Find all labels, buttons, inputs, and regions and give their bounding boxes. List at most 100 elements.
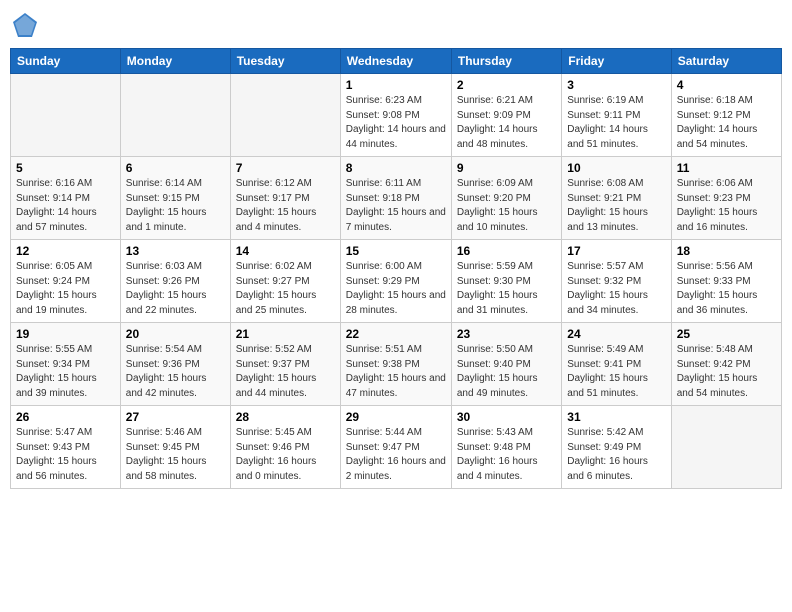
day-number: 14 [236, 244, 335, 258]
day-number: 15 [346, 244, 446, 258]
calendar-cell: 31 Sunrise: 5:42 AMSunset: 9:49 PMDayligh… [562, 406, 671, 489]
day-number: 31 [567, 410, 665, 424]
calendar-cell: 16 Sunrise: 5:59 AMSunset: 9:30 PMDayligh… [451, 240, 561, 323]
weekday-header: Thursday [451, 49, 561, 74]
day-number: 25 [677, 327, 776, 341]
day-info: Sunrise: 6:21 AMSunset: 9:09 PMDaylight:… [457, 94, 556, 152]
calendar-cell: 15 Sunrise: 6:00 AMSunset: 9:29 PMDayligh… [340, 240, 451, 323]
calendar-cell: 18Sunrise: 5:56 AMSunset: 9:33 PMDayligh… [671, 240, 781, 323]
day-info: Sunrise: 5:54 AMSunset: 9:36 PMDaylight:… [126, 343, 225, 401]
calendar-cell [671, 406, 781, 489]
day-info: Sunrise: 5:52 AMSunset: 9:37 PMDaylight:… [236, 343, 335, 401]
day-info: Sunrise: 6:02 AMSunset: 9:27 PMDaylight:… [236, 260, 335, 318]
calendar-cell: 3Sunrise: 6:19 AMSunset: 9:11 PMDaylight… [562, 74, 671, 157]
calendar-week-row: 12 Sunrise: 6:05 AMSunset: 9:24 PMDayligh… [11, 240, 782, 323]
calendar-cell: 23 Sunrise: 5:50 AMSunset: 9:40 PMDayligh… [451, 323, 561, 406]
day-info: Sunrise: 5:47 AMSunset: 9:43 PMDaylight:… [16, 426, 115, 484]
day-info: Sunrise: 6:03 AMSunset: 9:26 PMDaylight:… [126, 260, 225, 318]
calendar-cell: 2 Sunrise: 6:21 AMSunset: 9:09 PMDaylight… [451, 74, 561, 157]
calendar-cell: 26 Sunrise: 5:47 AMSunset: 9:43 PMDayligh… [11, 406, 121, 489]
calendar-cell: 11 Sunrise: 6:06 AMSunset: 9:23 PMDayligh… [671, 157, 781, 240]
day-number: 13 [126, 244, 225, 258]
day-number: 11 [677, 161, 776, 175]
day-number: 30 [457, 410, 556, 424]
day-info: Sunrise: 5:50 AMSunset: 9:40 PMDaylight:… [457, 343, 556, 401]
weekday-header: Saturday [671, 49, 781, 74]
day-number: 12 [16, 244, 115, 258]
day-info: Sunrise: 6:12 AMSunset: 9:17 PMDaylight:… [236, 177, 335, 235]
day-number: 17 [567, 244, 665, 258]
day-number: 9 [457, 161, 556, 175]
weekday-header-row: SundayMondayTuesdayWednesdayThursdayFrid… [11, 49, 782, 74]
calendar-cell: 30 Sunrise: 5:43 AMSunset: 9:48 PMDayligh… [451, 406, 561, 489]
day-number: 21 [236, 327, 335, 341]
calendar-cell: 8 Sunrise: 6:11 AMSunset: 9:18 PMDaylight… [340, 157, 451, 240]
day-number: 24 [567, 327, 665, 341]
day-info: Sunrise: 5:42 AMSunset: 9:49 PMDaylight:… [567, 426, 665, 484]
calendar-table: SundayMondayTuesdayWednesdayThursdayFrid… [10, 48, 782, 489]
day-number: 5 [16, 161, 115, 175]
day-info: Sunrise: 6:16 AMSunset: 9:14 PMDaylight:… [16, 177, 115, 235]
day-info: Sunrise: 5:55 AMSunset: 9:34 PMDaylight:… [16, 343, 115, 401]
weekday-header: Monday [120, 49, 230, 74]
calendar-cell [11, 74, 121, 157]
calendar-cell: 28Sunrise: 5:45 AMSunset: 9:46 PMDayligh… [230, 406, 340, 489]
calendar-cell: 7 Sunrise: 6:12 AMSunset: 9:17 PMDaylight… [230, 157, 340, 240]
weekday-header: Sunday [11, 49, 121, 74]
day-info: Sunrise: 6:08 AMSunset: 9:21 PMDaylight:… [567, 177, 665, 235]
day-info: Sunrise: 6:23 AMSunset: 9:08 PMDaylight:… [346, 94, 446, 152]
day-info: Sunrise: 5:48 AMSunset: 9:42 PMDaylight:… [677, 343, 776, 401]
calendar-cell: 1 Sunrise: 6:23 AMSunset: 9:08 PMDaylight… [340, 74, 451, 157]
day-number: 19 [16, 327, 115, 341]
day-number: 10 [567, 161, 665, 175]
day-info: Sunrise: 5:57 AMSunset: 9:32 PMDaylight:… [567, 260, 665, 318]
weekday-header: Friday [562, 49, 671, 74]
day-number: 18 [677, 244, 776, 258]
calendar-week-row: 26 Sunrise: 5:47 AMSunset: 9:43 PMDayligh… [11, 406, 782, 489]
day-number: 8 [346, 161, 446, 175]
calendar-week-row: 1 Sunrise: 6:23 AMSunset: 9:08 PMDaylight… [11, 74, 782, 157]
logo [10, 10, 44, 40]
calendar-cell: 25 Sunrise: 5:48 AMSunset: 9:42 PMDayligh… [671, 323, 781, 406]
weekday-header: Tuesday [230, 49, 340, 74]
calendar-cell: 22Sunrise: 5:51 AMSunset: 9:38 PMDayligh… [340, 323, 451, 406]
calendar-cell: 9 Sunrise: 6:09 AMSunset: 9:20 PMDaylight… [451, 157, 561, 240]
day-info: Sunrise: 6:11 AMSunset: 9:18 PMDaylight:… [346, 177, 446, 235]
calendar-cell: 10 Sunrise: 6:08 AMSunset: 9:21 PMDayligh… [562, 157, 671, 240]
day-number: 27 [126, 410, 225, 424]
day-info: Sunrise: 5:51 AMSunset: 9:38 PMDaylight:… [346, 343, 446, 401]
calendar-cell: 5 Sunrise: 6:16 AMSunset: 9:14 PMDaylight… [11, 157, 121, 240]
day-info: Sunrise: 5:49 AMSunset: 9:41 PMDaylight:… [567, 343, 665, 401]
page-header [10, 10, 782, 40]
day-info: Sunrise: 5:43 AMSunset: 9:48 PMDaylight:… [457, 426, 556, 484]
day-info: Sunrise: 6:06 AMSunset: 9:23 PMDaylight:… [677, 177, 776, 235]
calendar-cell: 20 Sunrise: 5:54 AMSunset: 9:36 PMDayligh… [120, 323, 230, 406]
day-number: 23 [457, 327, 556, 341]
logo-icon [10, 10, 40, 40]
calendar-cell: 4Sunrise: 6:18 AMSunset: 9:12 PMDaylight… [671, 74, 781, 157]
weekday-header: Wednesday [340, 49, 451, 74]
day-number: 7 [236, 161, 335, 175]
calendar-cell: 27Sunrise: 5:46 AMSunset: 9:45 PMDayligh… [120, 406, 230, 489]
day-info: Sunrise: 5:59 AMSunset: 9:30 PMDaylight:… [457, 260, 556, 318]
day-number: 26 [16, 410, 115, 424]
day-number: 16 [457, 244, 556, 258]
calendar-cell [230, 74, 340, 157]
day-number: 1 [346, 78, 446, 92]
day-info: Sunrise: 6:00 AMSunset: 9:29 PMDaylight:… [346, 260, 446, 318]
day-info: Sunrise: 6:05 AMSunset: 9:24 PMDaylight:… [16, 260, 115, 318]
calendar-week-row: 5 Sunrise: 6:16 AMSunset: 9:14 PMDaylight… [11, 157, 782, 240]
day-info: Sunrise: 6:14 AMSunset: 9:15 PMDaylight:… [126, 177, 225, 235]
day-info: Sunrise: 6:09 AMSunset: 9:20 PMDaylight:… [457, 177, 556, 235]
day-number: 20 [126, 327, 225, 341]
calendar-cell: 17 Sunrise: 5:57 AMSunset: 9:32 PMDayligh… [562, 240, 671, 323]
calendar-cell: 12 Sunrise: 6:05 AMSunset: 9:24 PMDayligh… [11, 240, 121, 323]
day-number: 2 [457, 78, 556, 92]
calendar-cell: 13 Sunrise: 6:03 AMSunset: 9:26 PMDayligh… [120, 240, 230, 323]
calendar-cell: 21 Sunrise: 5:52 AMSunset: 9:37 PMDayligh… [230, 323, 340, 406]
calendar-cell: 19 Sunrise: 5:55 AMSunset: 9:34 PMDayligh… [11, 323, 121, 406]
day-number: 6 [126, 161, 225, 175]
day-info: Sunrise: 5:44 AMSunset: 9:47 PMDaylight:… [346, 426, 446, 484]
calendar-cell: 6 Sunrise: 6:14 AMSunset: 9:15 PMDaylight… [120, 157, 230, 240]
day-info: Sunrise: 6:19 AMSunset: 9:11 PMDaylight:… [567, 94, 665, 152]
